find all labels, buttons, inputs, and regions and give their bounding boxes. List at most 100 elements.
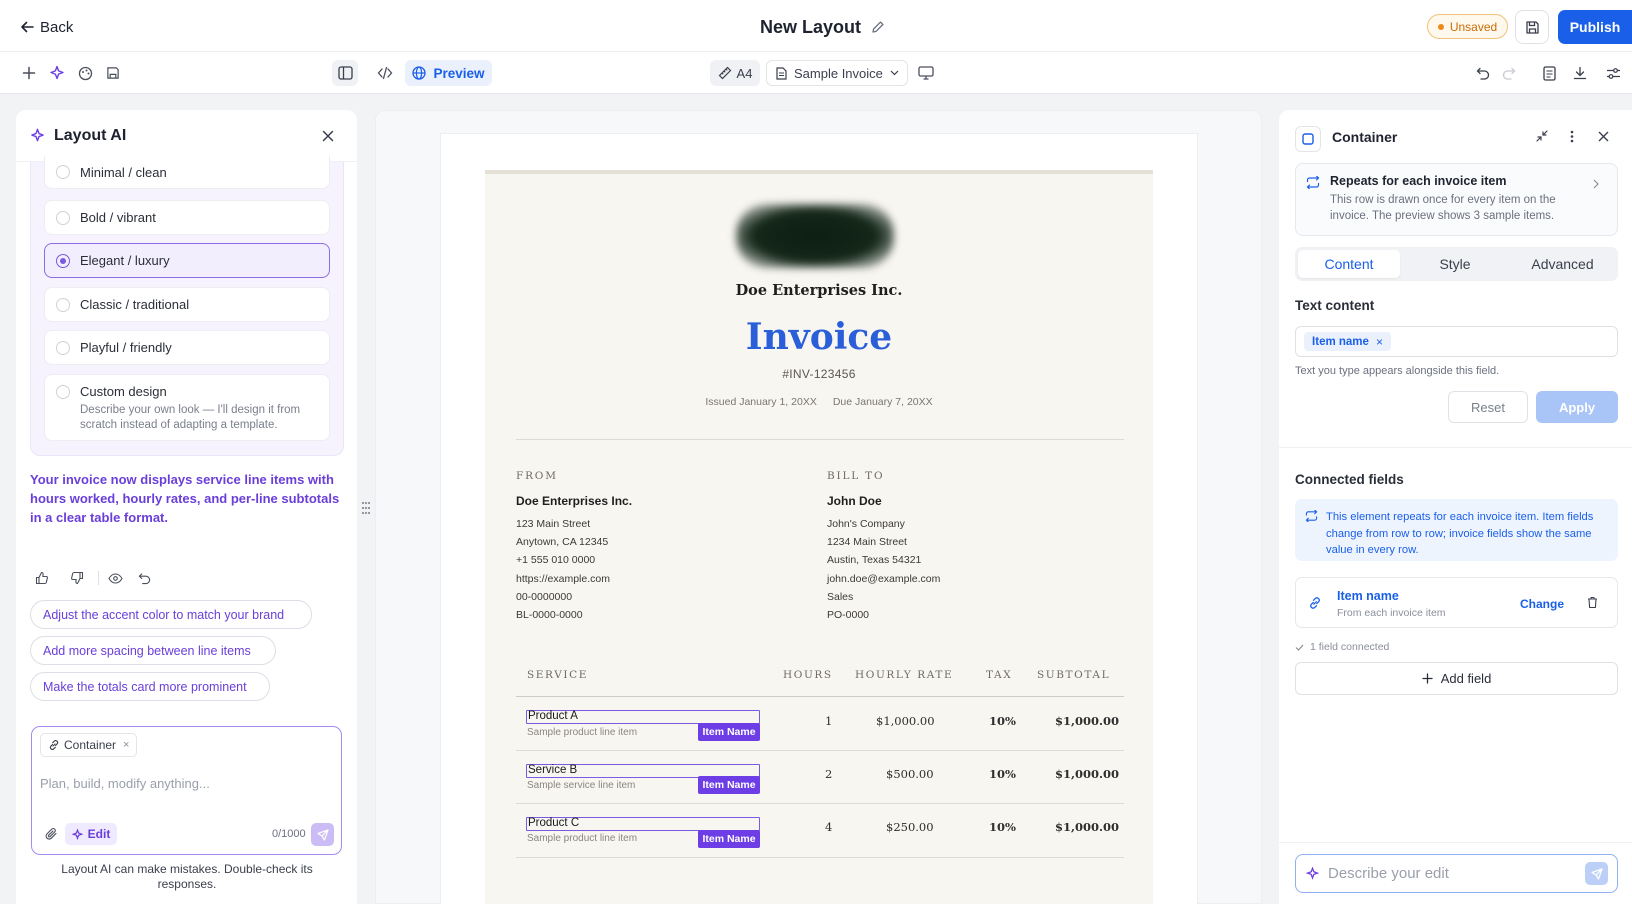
text-hint: Text you type appears alongside this fie…: [1295, 365, 1500, 377]
close-icon[interactable]: [320, 128, 336, 144]
add-field-button[interactable]: Add field: [1295, 662, 1618, 695]
context-chip[interactable]: Container ×: [40, 733, 137, 757]
radio-icon: [56, 298, 70, 312]
container-icon: [1295, 126, 1321, 152]
revert-icon[interactable]: [136, 570, 152, 586]
page-title: New Layout: [760, 16, 862, 37]
field-source: From each invoice item: [1337, 607, 1446, 619]
document-icon: [776, 66, 787, 80]
char-count: 0/1000: [272, 828, 306, 840]
thumbs-up-icon[interactable]: [34, 570, 50, 586]
company-logo: [736, 204, 894, 268]
plus-icon: [1422, 673, 1433, 684]
panel-title: Layout AI: [54, 126, 127, 144]
publish-button[interactable]: Publish: [1558, 10, 1632, 44]
item-tax: 10%: [989, 714, 1016, 728]
item-name[interactable]: Product A: [528, 710, 578, 722]
invoice-number: #INV-123456: [782, 367, 856, 381]
code-icon[interactable]: [375, 64, 395, 82]
tab-style[interactable]: Style: [1404, 250, 1506, 278]
add-icon[interactable]: [20, 64, 38, 82]
suggestion-chip[interactable]: Make the totals card more prominent: [30, 672, 270, 701]
col-service: SERVICE: [527, 669, 589, 681]
sidebar-toggle-icon[interactable]: [332, 60, 358, 86]
item-hours: 2: [825, 767, 833, 781]
divider: [516, 439, 1124, 440]
save-layout-icon[interactable]: [104, 64, 122, 82]
style-option-custom[interactable]: Custom design Describe your own look — I…: [44, 374, 330, 441]
row-divider: [516, 750, 1124, 751]
col-rate: HOURLY RATE: [855, 669, 954, 681]
status-dot-icon: [1437, 23, 1444, 30]
style-option-minimal[interactable]: Minimal / clean: [44, 156, 330, 189]
style-option-playful[interactable]: Playful / friendly: [44, 330, 330, 365]
change-button[interactable]: Change: [1520, 597, 1564, 611]
row-divider: [516, 803, 1124, 804]
palette-icon[interactable]: [76, 64, 94, 82]
invoice-dates: Issued January 1, 20XX Due January 7, 20…: [705, 396, 933, 408]
suggestion-chip[interactable]: Adjust the accent color to match your br…: [30, 600, 312, 629]
sample-select[interactable]: Sample Invoice: [766, 60, 908, 86]
chat-input[interactable]: Plan, build, modify anything...: [40, 776, 330, 791]
document-settings-icon[interactable]: [1540, 64, 1558, 82]
sliders-icon[interactable]: [1604, 64, 1622, 82]
repeat-title: Repeats for each invoice item: [1330, 174, 1507, 188]
toolbar: Preview A4 Sample Invoice: [0, 52, 1632, 94]
apply-button[interactable]: Apply: [1536, 391, 1618, 423]
divider: [1279, 447, 1632, 448]
redo-icon[interactable]: [1500, 64, 1518, 82]
send-button[interactable]: [311, 823, 334, 846]
desktop-icon[interactable]: [916, 64, 936, 82]
more-vertical-icon[interactable]: [1564, 128, 1580, 144]
connected-count: 1 field connected: [1295, 641, 1389, 653]
field-token[interactable]: Item name ×: [1304, 332, 1391, 351]
from-heading: FROM: [516, 470, 558, 482]
top-bar: Back New Layout Unsaved Publish: [0, 0, 1632, 52]
reset-button[interactable]: Reset: [1448, 391, 1528, 423]
status-badge: Unsaved: [1427, 14, 1508, 39]
invoice-title: Invoice: [745, 316, 893, 358]
radio-icon: [56, 165, 70, 179]
eye-icon[interactable]: [107, 570, 123, 586]
from-name: Doe Enterprises Inc.: [516, 494, 633, 508]
save-button[interactable]: [1515, 10, 1549, 44]
style-option-elegant[interactable]: Elegant / luxury: [44, 243, 330, 278]
suggestion-chip[interactable]: Add more spacing between line items: [30, 636, 276, 665]
radio-icon: [56, 211, 70, 225]
close-icon[interactable]: ×: [1376, 335, 1383, 349]
layout-ai-header: Layout AI: [16, 110, 357, 162]
pencil-icon[interactable]: [871, 20, 885, 34]
close-icon[interactable]: [1595, 128, 1611, 144]
repeat-icon: [1305, 174, 1321, 190]
disclaimer: Layout AI can make mistakes. Double-chec…: [61, 862, 313, 891]
mode-button[interactable]: Edit: [65, 823, 117, 845]
download-icon[interactable]: [1571, 64, 1589, 82]
paperclip-icon[interactable]: [43, 826, 59, 842]
thumbs-down-icon[interactable]: [69, 570, 85, 586]
item-name[interactable]: Service B: [528, 764, 577, 776]
item-name[interactable]: Product C: [528, 817, 579, 829]
edit-input[interactable]: Describe your edit: [1295, 854, 1618, 893]
drag-handle-icon[interactable]: [359, 500, 373, 516]
style-option-bold[interactable]: Bold / vibrant: [44, 200, 330, 235]
sparkle-icon: [71, 828, 83, 840]
close-icon[interactable]: ×: [123, 739, 129, 751]
collapse-icon[interactable]: [1534, 128, 1550, 144]
link-icon: [1307, 595, 1323, 611]
style-option-classic[interactable]: Classic / traditional: [44, 287, 330, 322]
item-name-tag: Item Name: [698, 723, 760, 741]
tab-content[interactable]: Content: [1298, 250, 1400, 278]
globe-icon: [412, 66, 427, 80]
item-rate: $500.00: [886, 767, 934, 781]
sparkle-icon[interactable]: [48, 64, 66, 82]
tab-advanced[interactable]: Advanced: [1510, 250, 1615, 278]
field-name: Item name: [1337, 589, 1399, 603]
back-button[interactable]: Back: [20, 17, 73, 37]
trash-icon[interactable]: [1585, 595, 1599, 609]
sparkle-icon: [30, 128, 45, 143]
repeat-body: This row is drawn once for every item on…: [1330, 194, 1556, 222]
undo-icon[interactable]: [1474, 64, 1492, 82]
page-size-button[interactable]: A4: [710, 60, 760, 86]
preview-button[interactable]: Preview: [405, 60, 492, 86]
send-button[interactable]: [1585, 862, 1608, 885]
